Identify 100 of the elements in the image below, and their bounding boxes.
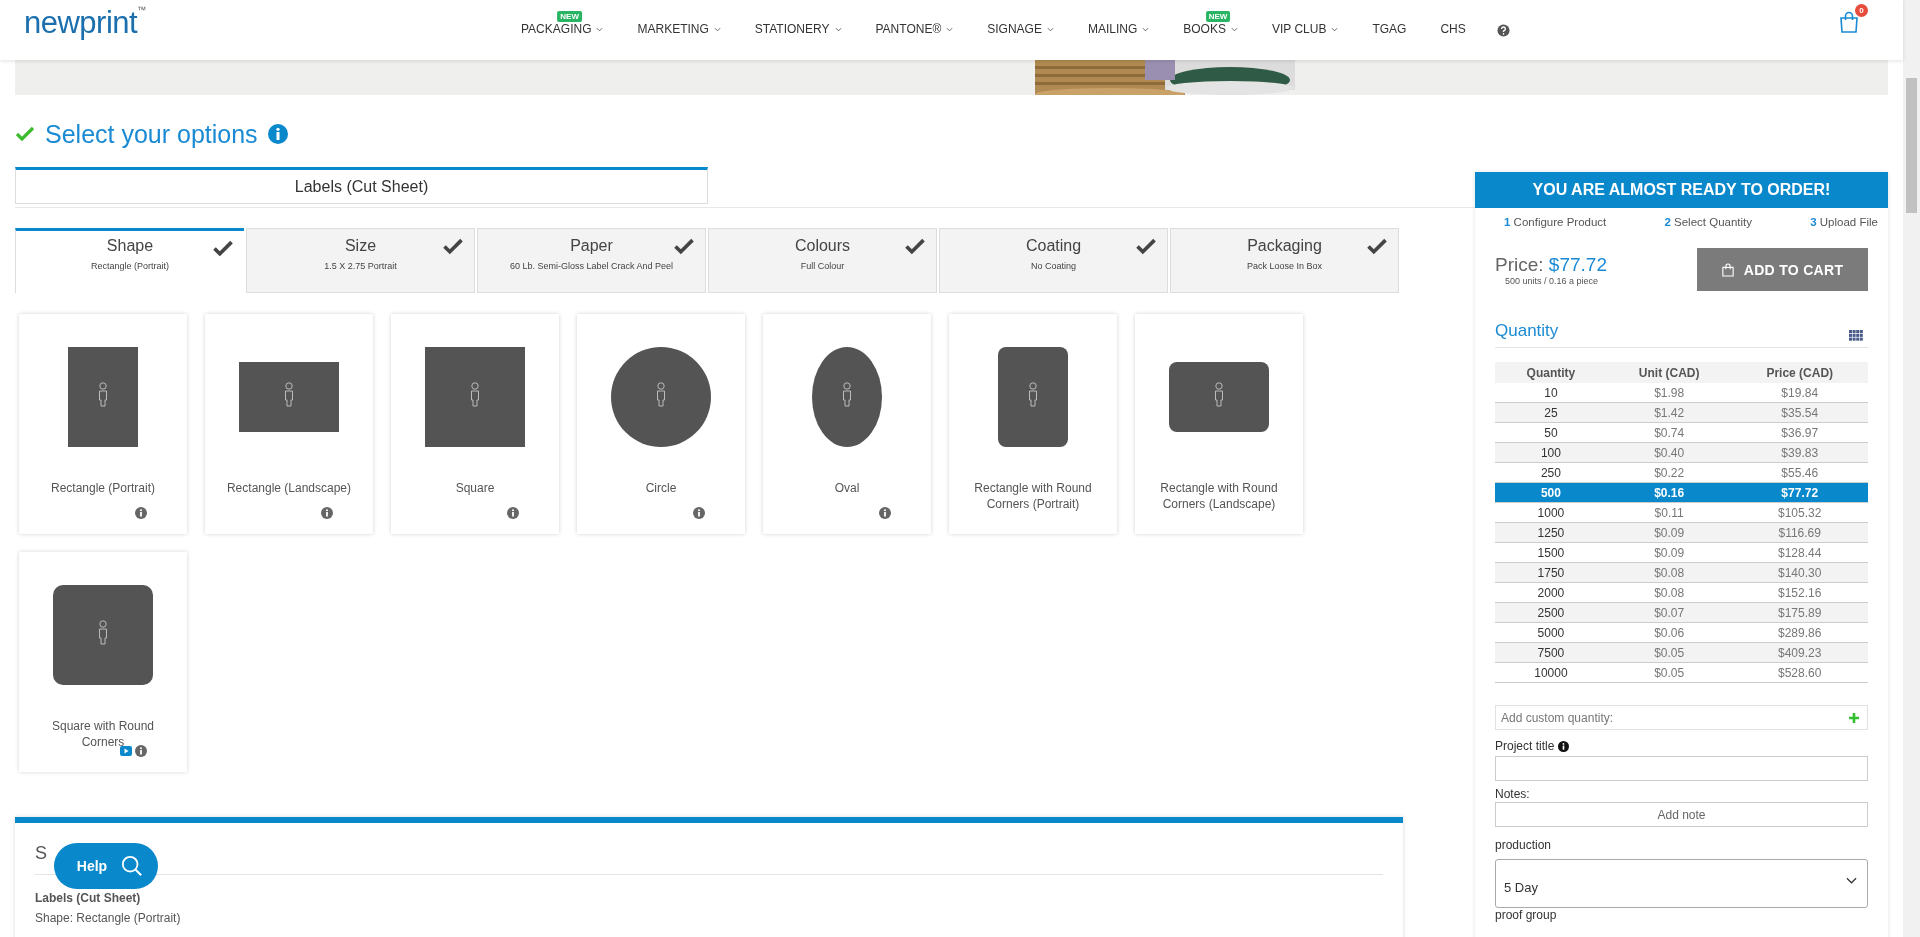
shape-card[interactable]: Rectangle (Landscape): [205, 314, 373, 534]
shape-label: Square: [454, 480, 496, 496]
check-icon: [673, 238, 695, 255]
nav-menu-item[interactable]: MARKETING: [620, 22, 738, 36]
table-cell: $0.08: [1606, 582, 1732, 603]
table-cell: $0.22: [1606, 462, 1732, 483]
quantity-row[interactable]: 1750 $0.08 $140.30: [1495, 562, 1868, 583]
nav-menu-item[interactable]: PANTONE®: [858, 22, 971, 36]
grid-icon[interactable]: [1849, 329, 1863, 341]
column-header: Unit (CAD): [1606, 362, 1732, 383]
shopping-bag-icon[interactable]: [1839, 11, 1859, 33]
table-cell: 10: [1495, 383, 1607, 403]
nav-menu-item[interactable]: VIP CLUB: [1254, 22, 1356, 36]
shape-label: Oval: [833, 480, 861, 496]
add-to-cart-button[interactable]: ADD TO CART: [1697, 248, 1868, 291]
quantity-row[interactable]: 10000 $0.05 $528.60: [1495, 662, 1868, 683]
caret-icon: [946, 26, 954, 32]
nav-menu-item[interactable]: BOOKS: [1166, 22, 1255, 36]
table-cell: $128.44: [1731, 542, 1868, 563]
step-label: 3 Upload File: [1810, 216, 1878, 228]
quantity-row[interactable]: 250 $0.22 $55.46: [1495, 462, 1868, 483]
chevron-down-icon: [1846, 877, 1857, 884]
search-icon: [121, 855, 144, 877]
tab-title: Paper: [570, 237, 613, 255]
quantity-row[interactable]: 1250 $0.09 $116.69: [1495, 522, 1868, 543]
nav-menu-item[interactable]: STATIONERY: [737, 22, 859, 36]
quantity-row[interactable]: 100 $0.40 $39.83: [1495, 442, 1868, 463]
table-cell: 1250: [1495, 522, 1607, 543]
shape-label: Rectangle with Round Corners (Landscape): [1159, 480, 1279, 512]
option-tab[interactable]: Colours Full Colour: [708, 228, 937, 293]
nav-menu-item[interactable]: SIGNAGE: [970, 22, 1071, 36]
table-cell: 500: [1495, 482, 1607, 503]
scrollbar[interactable]: [1903, 0, 1920, 937]
summary-detail: Shape: Rectangle (Portrait): [35, 911, 182, 925]
new-badge: NEW: [1205, 11, 1231, 22]
table-cell: $0.05: [1606, 662, 1732, 683]
caret-icon: [596, 26, 604, 32]
table-cell: $409.23: [1731, 642, 1868, 663]
cart-count-badge: 0: [1855, 4, 1868, 17]
info-icon[interactable]: [1558, 740, 1570, 752]
production-dropdown[interactable]: 5 Day: [1495, 859, 1868, 908]
shape-label: Rectangle (Landscape): [225, 480, 353, 496]
table-cell: $105.32: [1731, 502, 1868, 523]
table-cell: $289.86: [1731, 622, 1868, 643]
check-icon: [1366, 238, 1388, 255]
help-button[interactable]: Help: [54, 843, 158, 889]
nav-menu-item[interactable]: CHS: [1423, 22, 1483, 36]
add-note-button[interactable]: Add note: [1495, 802, 1868, 827]
custom-quantity-field[interactable]: Add custom quantity:: [1495, 705, 1868, 730]
table-cell: $0.11: [1606, 502, 1732, 523]
quantity-row[interactable]: 25 $1.42 $35.54: [1495, 402, 1868, 423]
table-cell: 50: [1495, 422, 1607, 443]
nav-menu-item[interactable]: TGAG: [1355, 22, 1424, 36]
option-tab[interactable]: Coating No Coating: [939, 228, 1168, 293]
tab-value: No Coating: [1031, 261, 1076, 271]
quantity-row[interactable]: 50 $0.74 $36.97: [1495, 422, 1868, 443]
table-cell: $528.60: [1731, 662, 1868, 683]
quantity-row[interactable]: 2500 $0.07 $175.89: [1495, 602, 1868, 623]
tab-title: Shape: [106, 237, 154, 255]
check-icon: [212, 240, 234, 257]
quantity-row[interactable]: 1000 $0.11 $105.32: [1495, 502, 1868, 523]
project-title-field[interactable]: [1495, 756, 1868, 781]
help-icon[interactable]: [1496, 23, 1510, 37]
quantity-row[interactable]: 2000 $0.08 $152.16: [1495, 582, 1868, 603]
shape-card[interactable]: Square: [391, 314, 559, 534]
product-tab[interactable]: Labels (Cut Sheet): [15, 167, 708, 204]
caret-icon: [1142, 26, 1150, 32]
option-tab[interactable]: Packaging Pack Loose In Box: [1170, 228, 1399, 293]
option-tab[interactable]: Shape Rectangle (Portrait): [15, 228, 244, 293]
quantity-row[interactable]: 5000 $0.06 $289.86: [1495, 622, 1868, 643]
check-icon: [15, 126, 35, 142]
quantity-row[interactable]: 1500 $0.09 $128.44: [1495, 542, 1868, 563]
shape-label: Rectangle with Round Corners (Portrait): [973, 480, 1093, 512]
video-icon[interactable]: [120, 746, 132, 756]
shape-card[interactable]: Rectangle with Round Corners (Landscape): [1135, 314, 1303, 534]
option-tab[interactable]: Paper 60 Lb. Semi-Gloss Label Crack And Peel: [477, 228, 706, 293]
shape-card[interactable]: Rectangle with Round Corners (Portrait): [949, 314, 1117, 534]
field-label: Notes:: [1495, 787, 1531, 801]
shape-card[interactable]: Square with Round Corners: [19, 552, 187, 772]
caret-icon: [1230, 26, 1238, 32]
nav-menu-item[interactable]: MAILING: [1070, 22, 1167, 36]
step-label: 1 Configure Product: [1504, 216, 1607, 228]
table-cell: 250: [1495, 462, 1607, 483]
shape-card[interactable]: Circle: [577, 314, 745, 534]
shape-card[interactable]: Oval: [763, 314, 931, 534]
nav-menu-item[interactable]: PACKAGING: [504, 22, 621, 36]
price-note: 500 units / 0.16 a piece: [1505, 275, 1600, 286]
summary-heading: S: [35, 843, 47, 863]
quantity-row[interactable]: 500 $0.16 $77.72: [1495, 482, 1868, 503]
check-icon: [442, 238, 464, 255]
table-cell: 7500: [1495, 642, 1607, 663]
shape-card[interactable]: Rectangle (Portrait): [19, 314, 187, 534]
logo[interactable]: newprint$^{™}$: [24, 5, 504, 41]
table-cell: $175.89: [1731, 602, 1868, 623]
table-cell: $140.30: [1731, 562, 1868, 583]
caret-icon: [713, 26, 721, 32]
option-tab[interactable]: Size 1.5 X 2.75 Portrait: [246, 228, 475, 293]
tab-title: Packaging: [1247, 237, 1322, 255]
quantity-row[interactable]: 10 $1.98 $19.84: [1495, 383, 1868, 403]
quantity-row[interactable]: 7500 $0.05 $409.23: [1495, 642, 1868, 663]
